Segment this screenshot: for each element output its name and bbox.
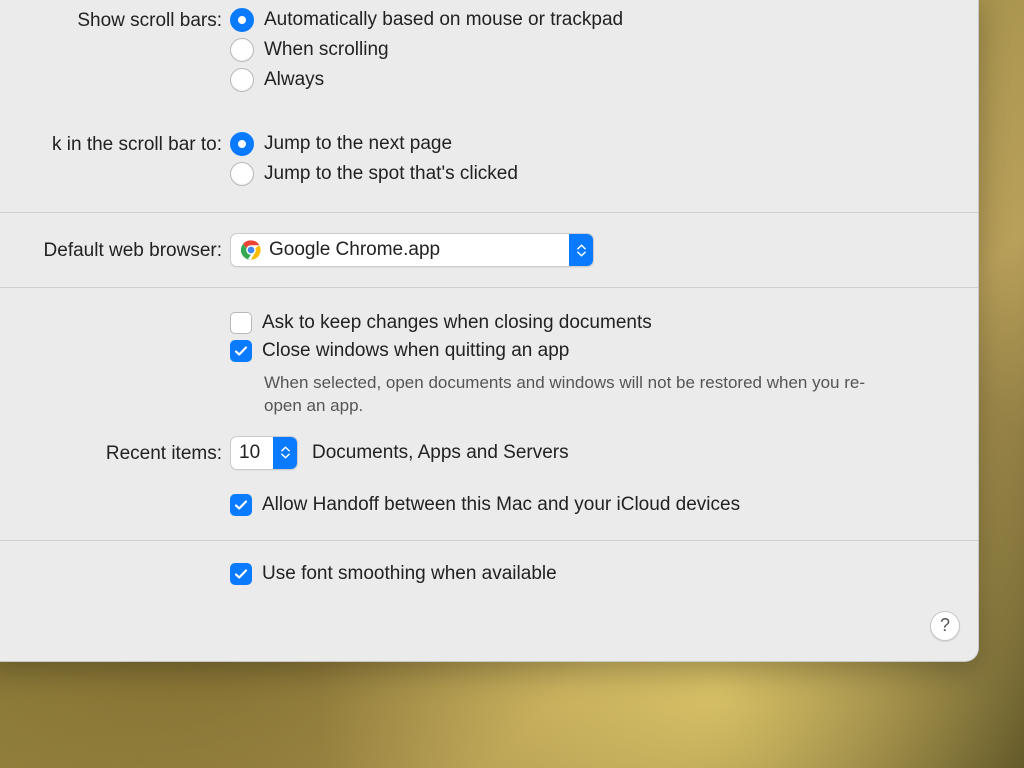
scrollclick-radio-spot[interactable] bbox=[230, 162, 254, 186]
scrollclick-option-nextpage[interactable]: Jump to the next page bbox=[264, 133, 452, 155]
scrollclick-radio-nextpage[interactable] bbox=[230, 132, 254, 156]
ask-changes-label[interactable]: Ask to keep changes when closing documen… bbox=[262, 312, 652, 334]
scrollbars-radio-always[interactable] bbox=[230, 68, 254, 92]
ask-changes-checkbox[interactable] bbox=[230, 312, 252, 334]
handoff-checkbox[interactable] bbox=[230, 494, 252, 516]
chrome-icon bbox=[241, 240, 261, 260]
handoff-label[interactable]: Allow Handoff between this Mac and your … bbox=[262, 494, 740, 516]
font-smoothing-checkbox[interactable] bbox=[230, 563, 252, 585]
close-windows-checkbox[interactable] bbox=[230, 340, 252, 362]
scrollbars-option-scrolling[interactable]: When scrolling bbox=[264, 39, 389, 61]
recent-items-label: Recent items: bbox=[0, 441, 230, 465]
scrollbars-radio-auto[interactable] bbox=[230, 8, 254, 32]
recent-items-suffix: Documents, Apps and Servers bbox=[312, 442, 569, 464]
default-browser-label: Default web browser: bbox=[0, 238, 230, 262]
close-windows-note: When selected, open documents and window… bbox=[230, 368, 884, 424]
preferences-window: Show scroll bars: Automatically based on… bbox=[0, 0, 979, 662]
help-button[interactable]: ? bbox=[930, 611, 960, 641]
scrollclick-label: k in the scroll bar to: bbox=[0, 132, 230, 156]
stepper-icon bbox=[569, 234, 593, 266]
stepper-icon bbox=[273, 437, 297, 469]
scrollbars-label: Show scroll bars: bbox=[0, 8, 230, 32]
font-smoothing-label[interactable]: Use font smoothing when available bbox=[262, 563, 557, 585]
default-browser-value: Google Chrome.app bbox=[269, 239, 440, 261]
recent-items-popup[interactable]: 10 bbox=[230, 436, 298, 470]
close-windows-label[interactable]: Close windows when quitting an app bbox=[262, 340, 569, 362]
scrollbars-radio-scrolling[interactable] bbox=[230, 38, 254, 62]
default-browser-popup[interactable]: Google Chrome.app bbox=[230, 233, 594, 267]
scrollclick-option-spot[interactable]: Jump to the spot that's clicked bbox=[264, 163, 518, 185]
scrollbars-option-always[interactable]: Always bbox=[264, 69, 324, 91]
scrollbars-option-auto[interactable]: Automatically based on mouse or trackpad bbox=[264, 9, 623, 31]
recent-items-value: 10 bbox=[239, 442, 260, 464]
